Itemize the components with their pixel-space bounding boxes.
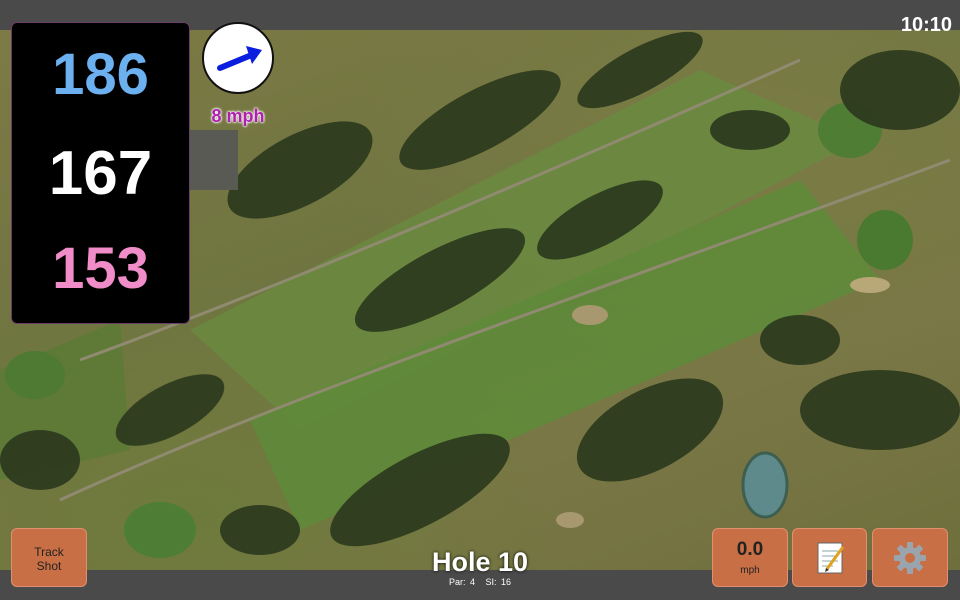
back-distance: 186 — [52, 42, 149, 107]
track-shot-label-1: Track — [34, 545, 64, 559]
hole-info: Par: 4 SI: 16 — [380, 577, 580, 587]
settings-button[interactable] — [872, 528, 948, 587]
wind-speed: 8 mph — [211, 106, 265, 126]
distance-panel: 186 167 153 — [11, 22, 190, 324]
speed-unit: mph — [740, 565, 760, 576]
track-shot-button[interactable]: Track Shot — [11, 528, 87, 587]
track-shot-label-2: Shot — [36, 559, 62, 573]
hole-title: Hole 10 — [431, 547, 529, 577]
gear-icon — [894, 542, 926, 574]
middle-distance: 167 — [48, 139, 153, 208]
front-distance: 153 — [52, 236, 149, 301]
stroke-index-label: SI: 16 — [485, 577, 512, 587]
clock: 10:10 — [900, 14, 952, 36]
wind-indicator — [202, 22, 274, 94]
notes-button[interactable] — [792, 528, 867, 587]
speed-button[interactable]: 0.0 mph — [712, 528, 788, 587]
arrow-icon — [217, 46, 262, 71]
par-label: Par: 4 — [448, 577, 475, 587]
notepad-icon — [817, 542, 845, 574]
speed-value: 0.0 — [736, 539, 764, 560]
